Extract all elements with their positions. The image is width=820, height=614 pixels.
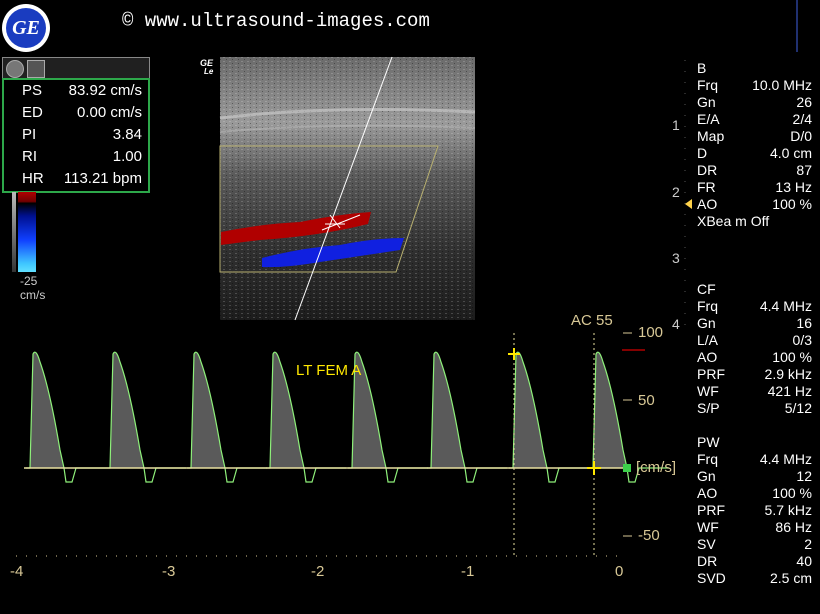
angle-correction-label: AC 55 bbox=[571, 312, 613, 329]
b-setting-dr: DR 87 bbox=[697, 162, 812, 178]
vessel-label: LT FEM A bbox=[296, 362, 362, 379]
b-setting-frq: Frq 10.0 MHz bbox=[697, 77, 812, 93]
measurement-hr: HR 113.21 bpm bbox=[2, 168, 146, 189]
velocity-scale bbox=[623, 332, 632, 537]
probe-tag-bottom: Le bbox=[204, 67, 214, 76]
cf-section-title: CF bbox=[697, 281, 716, 297]
cf-setting-frq: Frq 4.4 MHz bbox=[697, 298, 812, 314]
b-setting-depth: D 4.0 cm bbox=[697, 145, 812, 161]
b-setting-xbeam: XBea m Off bbox=[697, 213, 770, 229]
pw-setting-wf: WF 86 Hz bbox=[697, 519, 812, 535]
cf-setting-gn: Gn 16 bbox=[697, 315, 812, 331]
time-tick-minus1: -1 bbox=[461, 563, 475, 580]
spectral-cycle-fill bbox=[191, 352, 225, 468]
spectral-cycle-fill bbox=[110, 352, 144, 468]
velocity-tick-50: 50 bbox=[638, 392, 655, 409]
b-section-title: B bbox=[697, 60, 707, 76]
cf-setting-wf: WF 421 Hz bbox=[697, 383, 812, 399]
pw-setting-gn: Gn 12 bbox=[697, 468, 812, 484]
cf-setting-prf: PRF 2.9 kHz bbox=[697, 366, 812, 382]
baseline-marker[interactable] bbox=[623, 464, 631, 472]
b-setting-ea: E/A 2/4 bbox=[697, 111, 812, 127]
time-tick-minus2: -2 bbox=[311, 563, 325, 580]
ps-label: PS bbox=[22, 82, 43, 99]
ed-label: ED bbox=[22, 104, 43, 121]
time-tick-0: 0 bbox=[615, 563, 624, 580]
ps-value: 83.92 cm/s bbox=[68, 82, 142, 99]
pw-setting-sv: SV 2 bbox=[697, 536, 812, 552]
spectral-cycle-fill bbox=[30, 352, 64, 468]
b-setting-gn: Gn 26 bbox=[697, 94, 812, 110]
ed-value: 0.00 cm/s bbox=[76, 104, 142, 121]
cf-setting-sp: S/P 5/12 bbox=[697, 400, 812, 416]
cf-setting-ao: AO 100 % bbox=[697, 349, 812, 365]
velocity-tick-neg50: -50 bbox=[638, 527, 660, 544]
pw-setting-prf: PRF 5.7 kHz bbox=[697, 502, 812, 518]
pw-setting-frq: Frq 4.4 MHz bbox=[697, 451, 812, 467]
spectral-cycle-fill bbox=[593, 352, 627, 468]
depth-marker-4: 4 bbox=[672, 316, 680, 332]
depth-marker-3: 3 bbox=[672, 250, 680, 266]
ri-value: 1.00 bbox=[112, 148, 142, 165]
depth-marker-1: 1 bbox=[672, 117, 680, 133]
measurement-ed: ED 0.00 cm/s bbox=[2, 102, 146, 123]
time-tick-minus3: -3 bbox=[162, 563, 176, 580]
measurement-ps: PS 83.92 cm/s bbox=[2, 80, 146, 101]
measurement-ri: RI 1.00 bbox=[2, 146, 146, 167]
pw-setting-dr: DR 40 bbox=[697, 553, 812, 569]
pw-setting-svd: SVD 2.5 cm bbox=[697, 570, 812, 586]
spectral-cycle-fill bbox=[431, 352, 465, 468]
active-setting-pointer-icon bbox=[685, 199, 692, 209]
depth-marker-2: 2 bbox=[672, 184, 680, 200]
b-setting-ao: AO 100 % bbox=[697, 196, 812, 212]
measurement-pi: PI 3.84 bbox=[2, 124, 146, 145]
b-setting-fr: FR 13 Hz bbox=[697, 179, 812, 195]
time-tick-minus4: -4 bbox=[10, 563, 24, 580]
b-setting-map: Map D/0 bbox=[697, 128, 812, 144]
velocity-tick-100: 100 bbox=[638, 324, 664, 341]
velocity-unit-label: [cm/s] bbox=[636, 459, 676, 476]
spectral-cycle-fill bbox=[513, 352, 547, 468]
pi-value: 3.84 bbox=[112, 126, 142, 143]
pi-label: PI bbox=[22, 126, 37, 143]
depth-scale: 1 2 3 4 bbox=[672, 60, 686, 332]
hr-value: 113.21 bpm bbox=[63, 170, 142, 187]
pw-setting-ao: AO 100 % bbox=[697, 485, 812, 501]
hr-label: HR bbox=[22, 170, 44, 187]
ri-label: RI bbox=[22, 148, 37, 165]
pw-section-title: PW bbox=[697, 434, 720, 450]
cf-setting-la: L/A 0/3 bbox=[697, 332, 812, 348]
